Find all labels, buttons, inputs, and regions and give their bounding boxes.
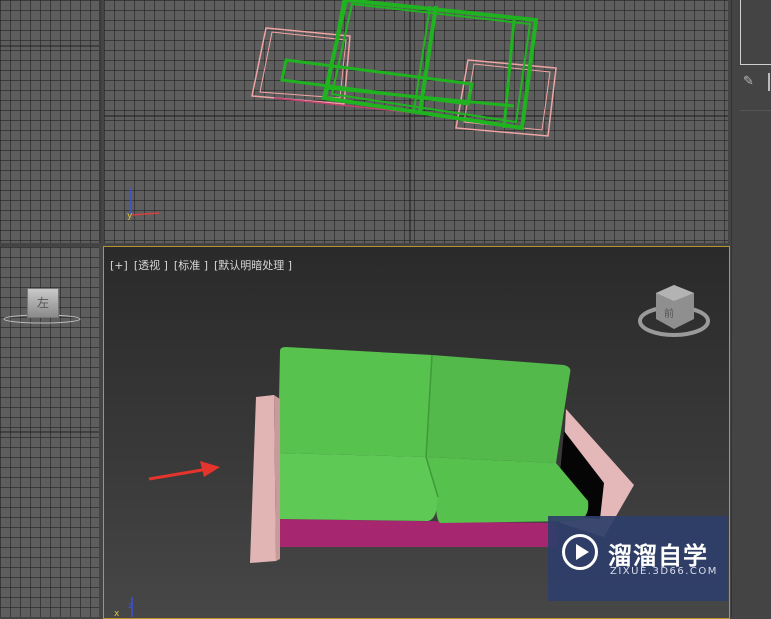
viewport-left-bottom[interactable]: 左 <box>0 247 99 617</box>
panel-separator <box>740 110 771 111</box>
viewport-top[interactable]: y <box>104 0 728 243</box>
viewcube-persp-label: 前 <box>664 307 674 320</box>
panel-divider <box>768 73 770 91</box>
watermark-subtitle: ZIXUE.3D66.COM <box>610 566 718 577</box>
play-icon <box>562 534 598 570</box>
persp-axis-z: z <box>128 601 133 611</box>
top-view-wireframe: y <box>104 0 728 243</box>
viewport-left-top[interactable] <box>0 0 101 243</box>
viewcube-left[interactable]: 左 <box>27 288 59 318</box>
viewcube-left-label: 左 <box>36 296 49 310</box>
pin-icon[interactable]: ✎ <box>743 74 754 89</box>
command-panel-box[interactable] <box>740 0 771 65</box>
axis-y-label: y <box>127 211 133 221</box>
command-panel: ✎ <box>731 0 771 617</box>
viewport-left-top-axes <box>0 45 99 47</box>
annotation-arrow <box>200 461 220 477</box>
watermark-badge: 溜溜自学 ZIXUE.3D66.COM <box>548 516 728 601</box>
